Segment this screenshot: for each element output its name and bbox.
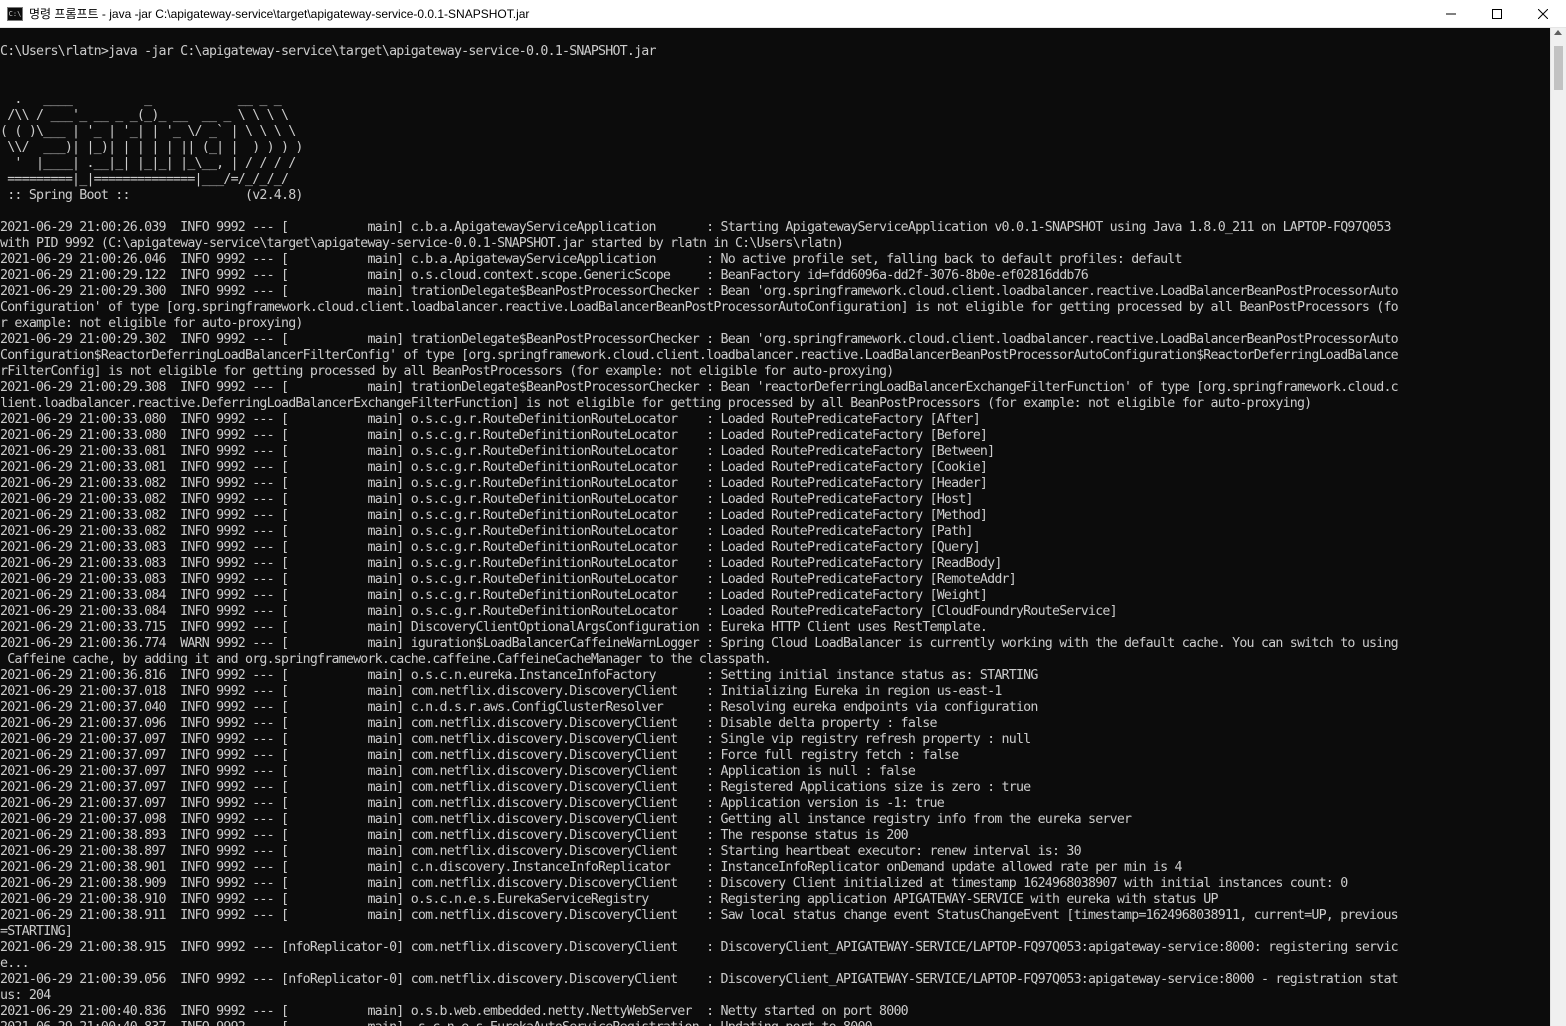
- log-line: Configuration$ReactorDeferringLoadBalanc…: [0, 348, 1399, 363]
- maximize-button[interactable]: [1474, 0, 1520, 27]
- banner-line: /\\ / ___'_ __ _ _(_)_ __ __ _ \ \ \ \: [0, 108, 289, 123]
- log-line: 2021-06-29 21:00:40.836 INFO 9992 --- [ …: [0, 1004, 909, 1019]
- log-line: 2021-06-29 21:00:33.083 INFO 9992 --- [ …: [0, 556, 1002, 571]
- window-title: 명령 프롬프트 - java -jar C:\apigateway-servic…: [29, 7, 530, 21]
- log-line: 2021-06-29 21:00:38.911 INFO 9992 --- [ …: [0, 908, 1399, 923]
- title-bar[interactable]: C:\ 명령 프롬프트 - java -jar C:\apigateway-se…: [0, 0, 1566, 28]
- log-line: 2021-06-29 21:00:38.901 INFO 9992 --- [ …: [0, 860, 1183, 875]
- log-line: 2021-06-29 21:00:29.300 INFO 9992 --- [ …: [0, 284, 1399, 299]
- log-line: 2021-06-29 21:00:37.018 INFO 9992 --- [ …: [0, 684, 1002, 699]
- log-line: 2021-06-29 21:00:26.039 INFO 9992 --- [ …: [0, 220, 1391, 235]
- log-line: =STARTING]: [0, 924, 73, 939]
- banner-line: ( ( )\___ | '_ | '_| | '_ \/ _` | \ \ \ …: [0, 124, 296, 139]
- banner-line: =========|_|==============|___/=/_/_/_/: [0, 172, 289, 187]
- banner-line: \\/ ___)| |_)| | | | | || (_| | ) ) ) ): [0, 140, 303, 155]
- log-line: 2021-06-29 21:00:37.040 INFO 9992 --- [ …: [0, 700, 1038, 715]
- console-output[interactable]: C:\Users\rlatn>java -jar C:\apigateway-s…: [0, 28, 1551, 1026]
- banner-line: ' |____| .__|_| |_|_| |_\__, | / / / /: [0, 156, 296, 171]
- minimize-button[interactable]: [1428, 0, 1474, 27]
- log-line: r example: not eligible for auto-proxyin…: [0, 316, 303, 331]
- log-line: 2021-06-29 21:00:38.915 INFO 9992 --- [n…: [0, 940, 1399, 955]
- log-line: 2021-06-29 21:00:37.098 INFO 9992 --- [ …: [0, 812, 1132, 827]
- log-line: rFilterConfig] is not eligible for getti…: [0, 364, 894, 379]
- log-line: 2021-06-29 21:00:38.897 INFO 9992 --- [ …: [0, 844, 1082, 859]
- log-line: Caffeine cache, by adding it and org.spr…: [0, 652, 772, 667]
- log-line: 2021-06-29 21:00:33.084 INFO 9992 --- [ …: [0, 604, 1118, 619]
- minimize-icon: [1446, 13, 1456, 14]
- banner-line: . ____ _ __ _ _: [0, 92, 282, 107]
- log-line: 2021-06-29 21:00:33.080 INFO 9992 --- [ …: [0, 428, 988, 443]
- log-line: us: 204: [0, 988, 51, 1003]
- log-line: 2021-06-29 21:00:29.302 INFO 9992 --- [ …: [0, 332, 1399, 347]
- log-line: 2021-06-29 21:00:36.774 WARN 9992 --- [ …: [0, 636, 1399, 651]
- banner-line: :: Spring Boot :: (v2.4.8): [0, 188, 303, 203]
- log-line: 2021-06-29 21:00:37.097 INFO 9992 --- [ …: [0, 780, 1031, 795]
- log-line: 2021-06-29 21:00:36.816 INFO 9992 --- [ …: [0, 668, 1038, 683]
- log-line: e...: [0, 956, 30, 971]
- log-line: lient.loadbalancer.reactive.DeferringLoa…: [0, 396, 1312, 411]
- log-line: 2021-06-29 21:00:29.308 INFO 9992 --- [ …: [0, 380, 1399, 395]
- log-line: 2021-06-29 21:00:38.909 INFO 9992 --- [ …: [0, 876, 1348, 891]
- log-line: 2021-06-29 21:00:37.097 INFO 9992 --- [ …: [0, 748, 959, 763]
- log-line: 2021-06-29 21:00:40.837 INFO 9992 --- [ …: [0, 1020, 1551, 1026]
- window-controls: [1428, 0, 1566, 27]
- command-prompt-window: C:\ 명령 프롬프트 - java -jar C:\apigateway-se…: [0, 0, 1566, 1026]
- log-line: 2021-06-29 21:00:39.056 INFO 9992 --- [n…: [0, 972, 1399, 987]
- log-line: 2021-06-29 21:00:37.097 INFO 9992 --- [ …: [0, 732, 1031, 747]
- scroll-up-arrow-icon[interactable]: [1554, 30, 1562, 35]
- log-line: 2021-06-29 21:00:29.122 INFO 9992 --- [ …: [0, 268, 1089, 283]
- log-line: 2021-06-29 21:00:37.097 INFO 9992 --- [ …: [0, 764, 916, 779]
- log-line: 2021-06-29 21:00:33.715 INFO 9992 --- [ …: [0, 620, 988, 635]
- spring-banner: . ____ _ __ _ _ /\\ / ___'_ __ _ _(_)_ _…: [0, 92, 1551, 204]
- log-line: 2021-06-29 21:00:37.096 INFO 9992 --- [ …: [0, 716, 938, 731]
- log-line: 2021-06-29 21:00:26.046 INFO 9992 --- [ …: [0, 252, 1183, 267]
- close-button[interactable]: [1520, 0, 1566, 27]
- log-line: 2021-06-29 21:00:38.893 INFO 9992 --- [ …: [0, 828, 909, 843]
- vertical-scrollbar[interactable]: [1550, 28, 1566, 1026]
- command-line: C:\Users\rlatn>java -jar C:\apigateway-s…: [0, 44, 657, 59]
- log-line: 2021-06-29 21:00:33.083 INFO 9992 --- [ …: [0, 572, 1017, 587]
- log-line: 2021-06-29 21:00:33.080 INFO 9992 --- [ …: [0, 412, 981, 427]
- log-line: 2021-06-29 21:00:33.082 INFO 9992 --- [ …: [0, 508, 988, 523]
- scroll-thumb[interactable]: [1554, 46, 1563, 90]
- log-line: Configuration' of type [org.springframew…: [0, 300, 1399, 315]
- log-line: 2021-06-29 21:00:38.910 INFO 9992 --- [ …: [0, 892, 1219, 907]
- log-line: 2021-06-29 21:00:33.082 INFO 9992 --- [ …: [0, 476, 988, 491]
- log-line: 2021-06-29 21:00:33.082 INFO 9992 --- [ …: [0, 524, 974, 539]
- log-line: with PID 9992 (C:\apigateway-service\tar…: [0, 236, 844, 251]
- log-line: 2021-06-29 21:00:33.081 INFO 9992 --- [ …: [0, 460, 988, 475]
- log-output: 2021-06-29 21:00:26.039 INFO 9992 --- [ …: [0, 220, 1551, 1026]
- maximize-icon: [1492, 8, 1502, 19]
- log-line: 2021-06-29 21:00:33.081 INFO 9992 --- [ …: [0, 444, 995, 459]
- log-line: 2021-06-29 21:00:33.082 INFO 9992 --- [ …: [0, 492, 974, 507]
- close-icon: [1538, 8, 1548, 19]
- cmd-icon: C:\: [7, 6, 23, 21]
- log-line: 2021-06-29 21:00:33.084 INFO 9992 --- [ …: [0, 588, 988, 603]
- log-line: 2021-06-29 21:00:33.083 INFO 9992 --- [ …: [0, 540, 981, 555]
- log-line: 2021-06-29 21:00:37.097 INFO 9992 --- [ …: [0, 796, 945, 811]
